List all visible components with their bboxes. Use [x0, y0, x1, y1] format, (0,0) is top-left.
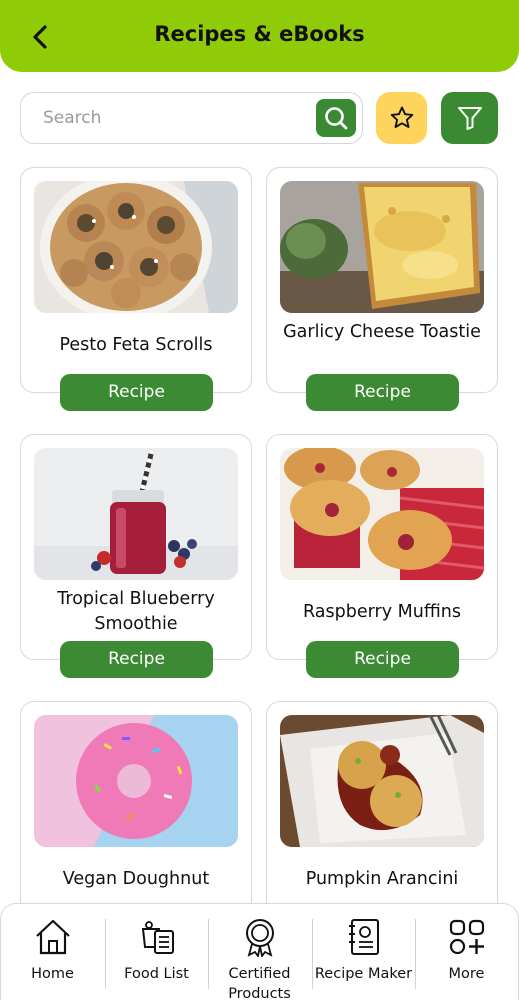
recipe-card[interactable]: Pesto Feta Scrolls Recipe [20, 167, 252, 411]
recipe-book-icon [348, 919, 379, 955]
recipe-card[interactable]: Vegan Doughnut [20, 701, 252, 927]
recipe-title: Raspberry Muffins [303, 602, 461, 622]
recipe-title: Vegan Doughnut [62, 869, 210, 889]
recipe-title: Pesto Feta Scrolls [59, 335, 213, 355]
recipe-image [34, 181, 238, 313]
nav-label: Recipe Maker [314, 966, 413, 982]
filter-icon [457, 107, 482, 130]
recipe-button[interactable]: Recipe [60, 374, 213, 411]
nav-label: Home [31, 966, 74, 982]
recipe-image [280, 448, 484, 580]
certified-badge-icon [245, 919, 274, 957]
bottom-navigation: Home Food List Certified Products Recipe… [0, 903, 519, 1000]
nav-label: Food List [124, 966, 189, 982]
home-icon [35, 919, 70, 955]
recipe-image [34, 448, 238, 580]
nav-certified-products[interactable]: Certified Products [208, 904, 311, 1000]
recipe-card[interactable]: Pumpkin Arancini [266, 701, 498, 927]
page-title: Recipes & eBooks [154, 22, 365, 46]
nav-food-list[interactable]: Food List [105, 904, 208, 1000]
recipe-title: Pumpkin Arancini [305, 869, 459, 889]
nav-more[interactable]: More [415, 904, 518, 1000]
search-bar [20, 92, 363, 144]
recipe-card[interactable]: Garlicy Cheese Toastie Recipe [266, 167, 498, 411]
recipe-image [280, 181, 484, 313]
favorites-button[interactable] [376, 92, 427, 144]
nav-home[interactable]: Home [1, 904, 104, 1000]
recipe-button[interactable]: Recipe [306, 641, 459, 678]
search-icon [325, 107, 348, 130]
nav-label: Certified Products [228, 966, 291, 1000]
grid-plus-icon [449, 919, 484, 955]
nav-recipe-maker[interactable]: Recipe Maker [312, 904, 415, 1000]
food-list-icon [141, 921, 174, 954]
recipe-image [34, 715, 238, 847]
recipe-title: Garlicy Cheese Toastie [283, 322, 481, 342]
recipe-card[interactable]: Raspberry Muffins Recipe [266, 434, 498, 678]
recipe-card[interactable]: Tropical Blueberry Smoothie Recipe [20, 434, 252, 678]
search-input[interactable] [43, 105, 303, 131]
recipe-image [280, 715, 484, 847]
search-button[interactable] [316, 99, 356, 137]
filter-button[interactable] [441, 92, 498, 144]
recipe-button[interactable]: Recipe [306, 374, 459, 411]
app-header: Recipes & eBooks [0, 0, 519, 72]
star-icon [390, 106, 413, 128]
recipe-button[interactable]: Recipe [60, 641, 213, 678]
nav-label: More [448, 966, 485, 982]
recipe-title: Tropical Blueberry Smoothie [57, 589, 215, 634]
